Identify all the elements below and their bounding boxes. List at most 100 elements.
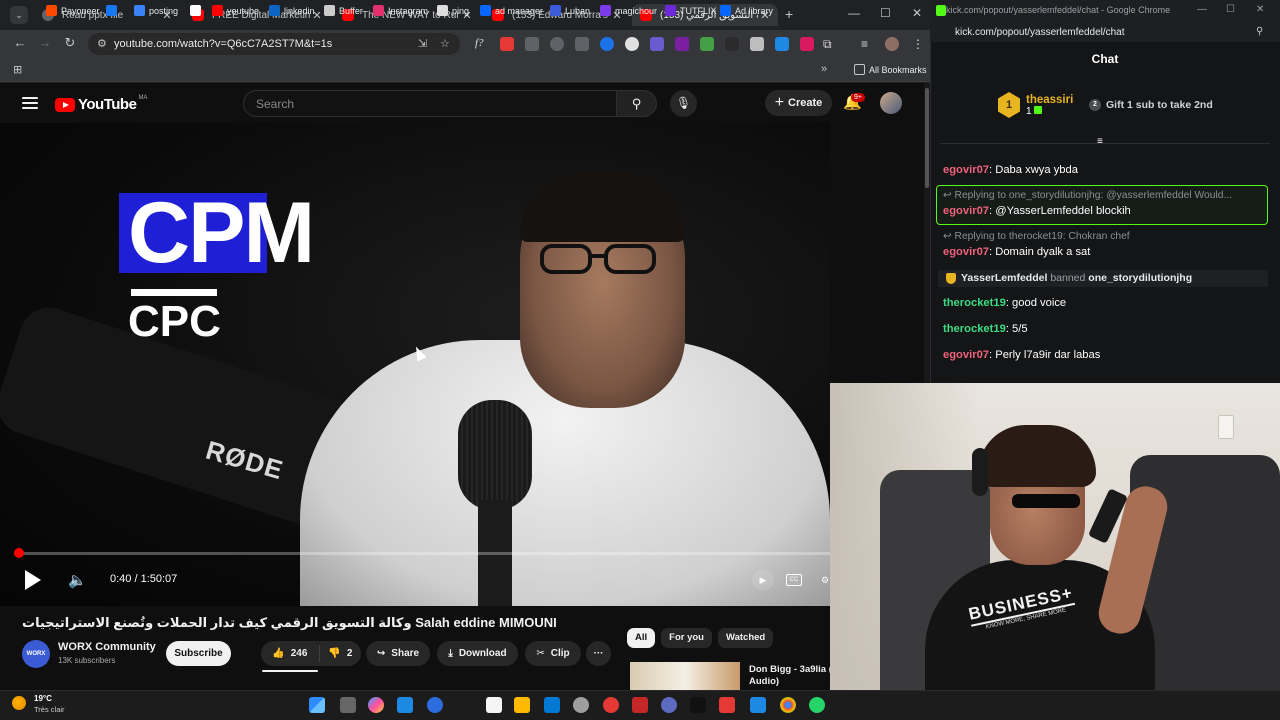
extension-icon[interactable] — [575, 37, 589, 51]
media-icon[interactable]: ≡ — [861, 37, 875, 51]
new-tab-button[interactable]: + — [785, 6, 793, 22]
extension-icon[interactable] — [550, 37, 564, 51]
chat-message[interactable]: egovir07: Daba xwya ybda — [943, 164, 1078, 176]
bookmark-item[interactable]: TUTFLIX — [665, 5, 717, 16]
bookmark-item[interactable] — [190, 5, 205, 16]
search-input[interactable] — [244, 91, 616, 116]
recommended-title[interactable]: Don Bigg - 3a9lia ( — [749, 664, 832, 675]
chat-username[interactable]: therocket19 — [943, 297, 1006, 309]
chip-all[interactable]: All — [627, 628, 656, 648]
like-button[interactable]: 👍 246 — [261, 645, 320, 662]
chat-username[interactable]: egovir07 — [943, 246, 989, 258]
minimize-icon[interactable]: — — [848, 6, 860, 20]
extension-icon[interactable] — [500, 37, 514, 51]
app-icon[interactable] — [632, 697, 648, 713]
chat-message[interactable]: egovir07: @YasserLemfeddel blockih — [943, 205, 1131, 217]
app-icon[interactable] — [719, 697, 735, 713]
bookmark-item[interactable]: ad manager — [480, 5, 543, 16]
bookmark-item[interactable] — [106, 5, 121, 16]
close-window-icon[interactable]: ✕ — [912, 6, 922, 20]
chip-watched[interactable]: Watched — [717, 628, 774, 648]
more-actions-button[interactable]: ··· — [586, 641, 611, 666]
menu-icon[interactable] — [22, 97, 38, 109]
captions-icon[interactable]: CC — [786, 574, 802, 586]
install-icon[interactable]: ⇲ — [418, 37, 427, 50]
chat-message[interactable]: therocket19: 5/5 — [943, 323, 1028, 335]
weather-temp[interactable]: 19°C — [34, 694, 52, 703]
search-box[interactable] — [243, 90, 617, 117]
address-bar[interactable]: ⚙ youtube.com/watch?v=Q6cC7A2ST7M&t=1s ⇲… — [88, 33, 460, 55]
site-info-icon[interactable]: ⚙ — [97, 37, 107, 50]
youtube-logo[interactable]: YouTube MA — [55, 95, 147, 113]
whatsapp-icon[interactable] — [809, 697, 825, 713]
search-icon[interactable]: ⚲ — [617, 90, 657, 117]
reply-context[interactable]: ↩ Replying to therocket19: Chokran chef — [943, 230, 1130, 242]
progress-bar[interactable] — [14, 552, 830, 555]
extension-icon[interactable] — [700, 37, 714, 51]
extension-icon[interactable] — [675, 37, 689, 51]
chat-filter-icon[interactable]: ≡ — [1097, 136, 1103, 147]
app-icon[interactable] — [661, 697, 677, 713]
chat-message[interactable]: egovir07: Perly l7a9ir dar labas — [943, 349, 1100, 361]
banned-user[interactable]: one_storydilutionjhg — [1088, 272, 1192, 284]
extension-icon[interactable] — [775, 37, 789, 51]
extension-icon[interactable] — [725, 37, 739, 51]
bookmark-item[interactable]: Buffer — [324, 5, 363, 16]
reload-icon[interactable]: ↻ — [61, 35, 79, 51]
kick-zoom-icon[interactable]: ⚲ — [1256, 26, 1263, 37]
copilot-icon[interactable] — [368, 697, 384, 713]
scrollbar-thumb[interactable] — [925, 88, 929, 188]
clip-button[interactable]: ✂ Clip — [525, 641, 581, 666]
bookmark-item[interactable]: Payoneer — [46, 5, 100, 16]
recommended-thumbnail[interactable] — [630, 662, 740, 690]
app-icon[interactable] — [427, 697, 443, 713]
app-icon[interactable] — [397, 697, 413, 713]
chrome-icon[interactable] — [780, 697, 796, 713]
subscribe-button[interactable]: Subscribe — [166, 641, 231, 666]
star-icon[interactable]: ☆ — [440, 37, 450, 50]
reply-context[interactable]: ↩ Replying to one_storydilutionjhg: @yas… — [943, 189, 1232, 201]
chat-username[interactable]: egovir07 — [943, 164, 989, 176]
bookmark-item[interactable]: linkedin — [269, 5, 315, 16]
channel-name[interactable]: WORX Community — [58, 641, 156, 653]
gifter-name[interactable]: theassiri — [1026, 94, 1073, 106]
weather-desc[interactable]: Très clair — [34, 705, 65, 714]
task-view-icon[interactable] — [340, 697, 356, 713]
extension-icon[interactable] — [600, 37, 614, 51]
windows-start-icon[interactable] — [309, 697, 325, 713]
profile-icon[interactable] — [885, 37, 899, 51]
extensions-puzzle-icon[interactable]: ⧉ — [823, 37, 837, 51]
dislike-button[interactable]: 👎 2 — [320, 648, 361, 659]
extension-icon[interactable] — [525, 37, 539, 51]
kick-minimize-icon[interactable]: — — [1197, 4, 1207, 15]
kick-close-icon[interactable]: ✕ — [1256, 4, 1264, 15]
extension-icon[interactable] — [650, 37, 664, 51]
moderator-name[interactable]: YasserLemfeddel — [961, 272, 1047, 284]
app-icon[interactable] — [486, 697, 502, 713]
bookmark-item[interactable]: ping — [437, 5, 469, 16]
kick-maximize-icon[interactable]: ☐ — [1226, 4, 1235, 15]
bookmark-item[interactable]: posting — [134, 5, 178, 16]
app-icon[interactable] — [750, 697, 766, 713]
chip-for-you[interactable]: For you — [661, 628, 712, 648]
fontfinder-extension-icon[interactable]: f? — [475, 37, 489, 51]
forward-icon[interactable]: → — [36, 35, 54, 50]
extension-icon[interactable] — [750, 37, 764, 51]
apps-icon[interactable]: ⊞ — [13, 63, 22, 76]
bookmark-item[interactable]: Luban — [550, 5, 590, 16]
volume-icon[interactable]: 🔈 — [68, 571, 87, 589]
share-button[interactable]: ↪ Share — [366, 641, 430, 666]
chat-username[interactable]: therocket19 — [943, 323, 1006, 335]
all-bookmarks-folder[interactable]: All Bookmarks — [854, 64, 927, 75]
settings-icon[interactable] — [573, 697, 589, 713]
tiktok-icon[interactable] — [690, 697, 706, 713]
channel-avatar[interactable]: WORX — [22, 640, 50, 668]
maximize-icon[interactable]: ☐ — [880, 6, 891, 20]
gift-cta[interactable]: 2 Gift 1 sub to take 2nd — [1089, 99, 1213, 111]
chat-username[interactable]: egovir07 — [943, 349, 989, 361]
weather-sun-icon[interactable] — [12, 696, 26, 710]
bookmark-item[interactable]: youtube — [212, 5, 259, 16]
chat-message[interactable]: therocket19: good voice — [943, 297, 1066, 309]
chat-username[interactable]: egovir07 — [943, 205, 989, 217]
bookmark-item[interactable]: magichour — [600, 5, 657, 16]
